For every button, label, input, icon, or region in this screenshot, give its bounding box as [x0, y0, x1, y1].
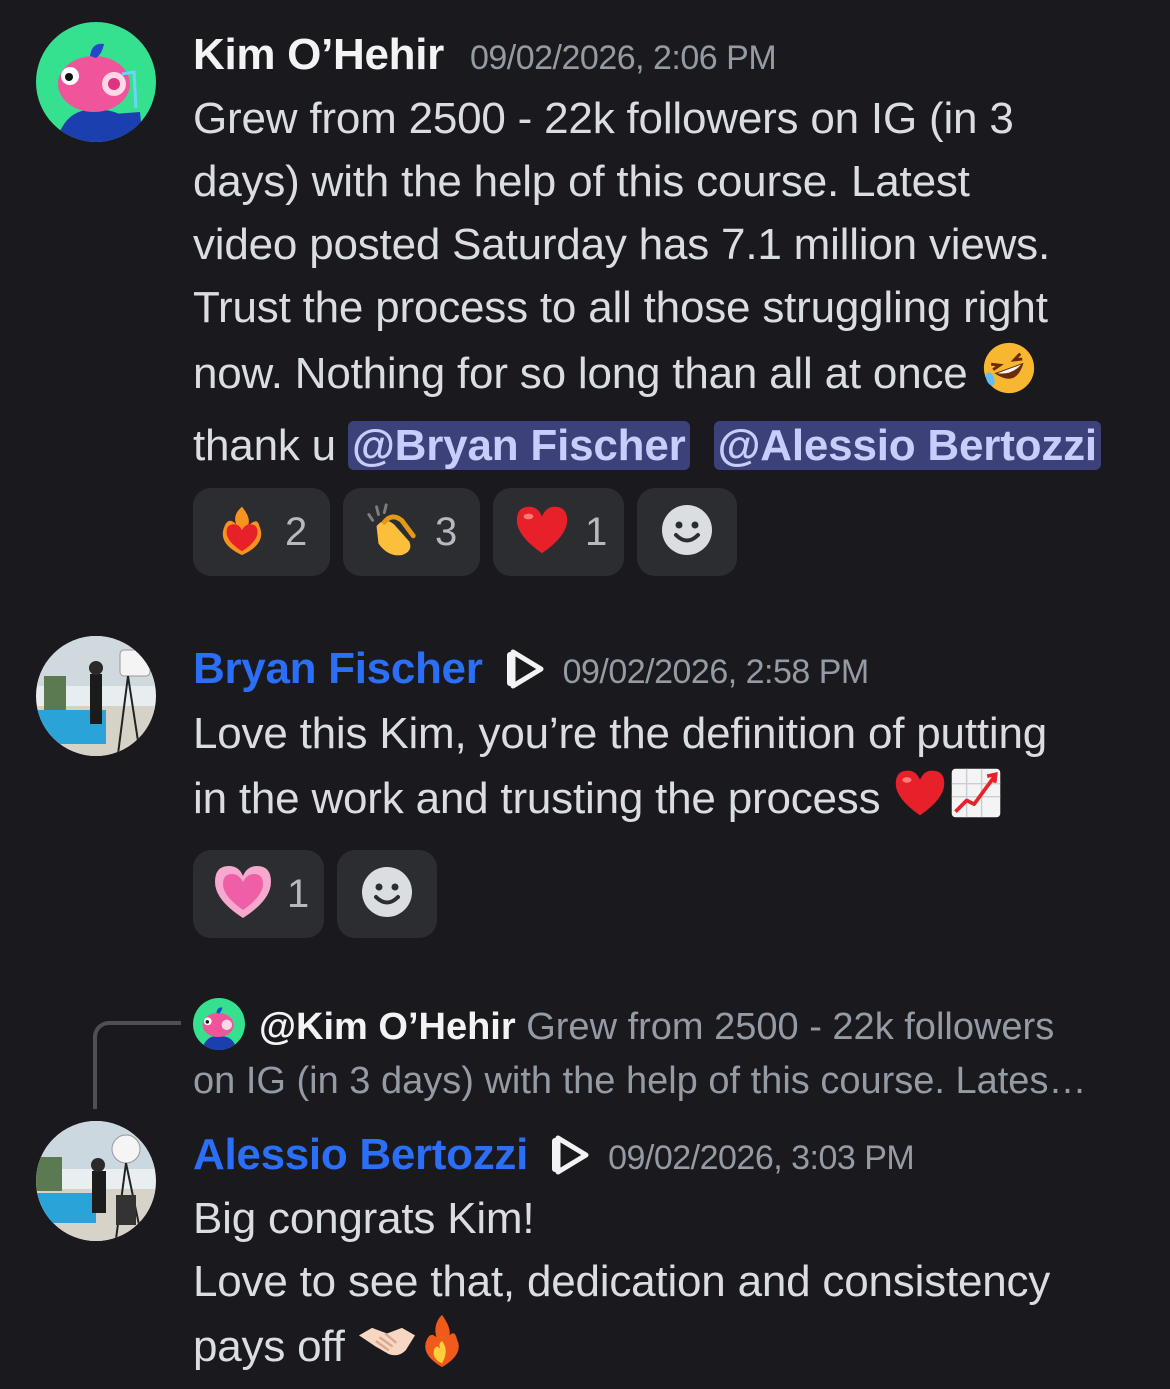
avatar[interactable] [36, 22, 156, 142]
reactions-bar: 2 3 1 [193, 488, 737, 576]
reaction-red-heart[interactable]: 1 [493, 488, 624, 576]
reaction-count: 1 [287, 871, 310, 916]
timestamp: 09/02/2026, 3:03 PM [608, 1139, 915, 1177]
handshake-icon [357, 1313, 417, 1386]
author-name[interactable]: Kim O’Hehir [193, 30, 444, 80]
reaction-clapping-hands[interactable]: 3 [343, 488, 480, 576]
message-line: Love to see that, dedication and consist… [193, 1257, 1051, 1306]
message-line: video posted Saturday has 7.1 million vi… [193, 220, 1050, 269]
timestamp: 09/02/2026, 2:58 PM [562, 653, 870, 691]
add-reaction-button[interactable] [337, 850, 437, 938]
heart-on-fire-icon [213, 501, 271, 564]
author-name[interactable]: Bryan Fischer [193, 644, 483, 694]
reaction-heart-on-fire[interactable]: 2 [193, 488, 330, 576]
reply-snippet: Grew from 2500 - 22k followers [526, 1006, 1055, 1048]
message-line-mentions: thank u @Bryan Fischer @Alessio Bertozzi [193, 414, 1153, 477]
reply-snippet: on IG (in 3 days) with the help of this … [193, 1060, 1087, 1102]
message-line: days) with the help of this course. Late… [193, 157, 970, 206]
message-line: Trust the process to all those strugglin… [193, 283, 1048, 332]
reaction-count: 2 [285, 509, 308, 554]
mention-bryan[interactable]: @Bryan Fischer [347, 421, 690, 470]
message-body: Big congrats Kim! Love to see that, dedi… [193, 1187, 1153, 1386]
reaction-growing-heart[interactable]: 1 [193, 850, 324, 938]
author-name[interactable]: Alessio Bertozzi [193, 1130, 528, 1180]
avatar[interactable] [36, 636, 156, 756]
message-body: Love this Kim, you’re the definition of … [193, 702, 1153, 838]
mention-alessio[interactable]: @Alessio Bertozzi [713, 421, 1101, 470]
message-line-with-emoji: in the work and trusting the process [193, 765, 1153, 838]
reactions-bar: 1 [193, 850, 437, 938]
smiley-add-icon [361, 866, 413, 923]
chat-view: Kim O’Hehir 09/02/2026, 2:06 PM Grew fro… [0, 0, 1170, 1389]
clapping-hands-icon [363, 501, 421, 564]
reaction-count: 1 [585, 509, 608, 554]
thank-prefix: thank u [193, 421, 348, 470]
reaction-count: 3 [435, 509, 458, 554]
reply-connector [93, 1021, 181, 1109]
add-reaction-button[interactable] [637, 488, 737, 576]
creator-badge-icon [501, 646, 547, 692]
reply-author: @Kim O’Hehir [259, 1006, 516, 1048]
message-line: now. Nothing for so long than all at onc… [193, 349, 968, 399]
message-line: Grew from 2500 - 22k followers on IG (in… [193, 94, 1014, 143]
message-line-with-emoji: now. Nothing for so long than all at onc… [193, 339, 1153, 414]
message-line-with-emoji: pays off [193, 1313, 1153, 1386]
red-heart-icon [892, 765, 948, 838]
message-line: Love this Kim, you’re the definition of … [193, 709, 1047, 758]
message-body: Grew from 2500 - 22k followers on IG (in… [193, 87, 1153, 477]
avatar[interactable] [36, 1121, 156, 1241]
message-line: Big congrats Kim! [193, 1194, 535, 1243]
fire-icon [417, 1313, 467, 1386]
rofl-emoji-icon [980, 339, 1038, 414]
growing-heart-icon [213, 862, 273, 927]
message-line: pays off [193, 1322, 345, 1372]
red-heart-icon [513, 501, 571, 564]
reply-preview[interactable]: @Kim O’Hehir Grew from 2500 - 22k follow… [193, 1000, 1133, 1108]
timestamp: 09/02/2026, 2:06 PM [469, 39, 777, 77]
smiley-add-icon [661, 504, 713, 561]
message-line: in the work and trusting the process [193, 774, 881, 824]
chart-increasing-icon [948, 765, 1004, 838]
creator-badge-icon [546, 1132, 592, 1178]
